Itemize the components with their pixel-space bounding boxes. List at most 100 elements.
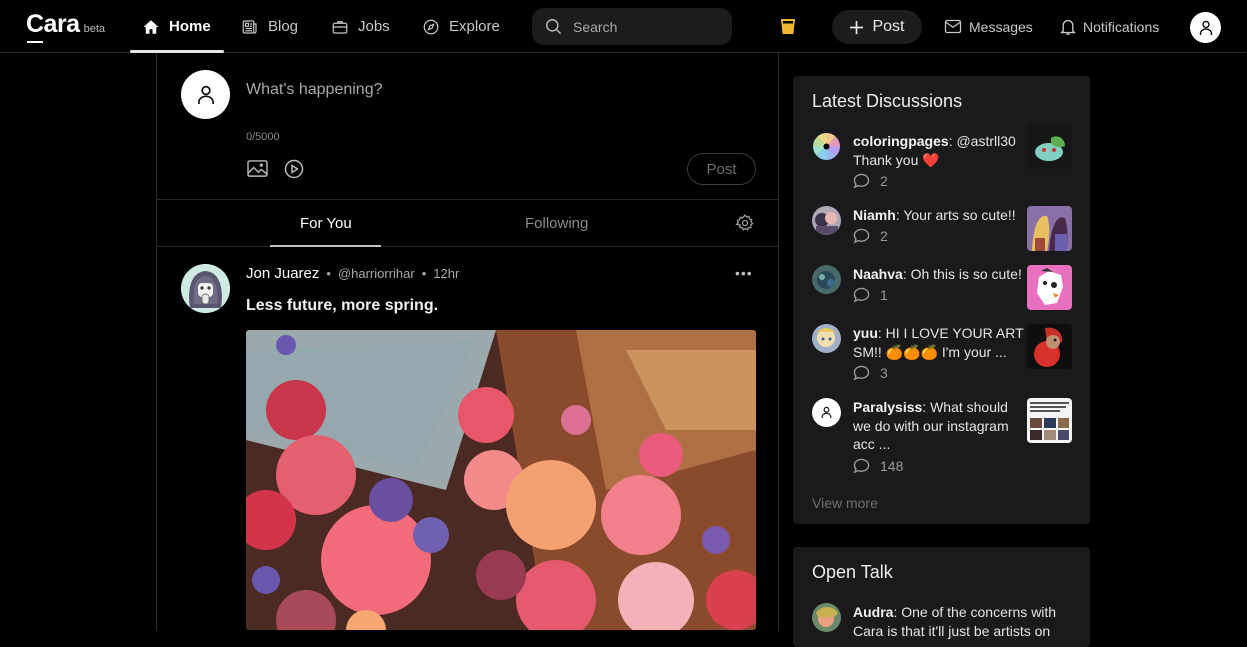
cara-logo[interactable]: Cara beta <box>26 10 106 43</box>
discussion-avatar <box>812 324 841 353</box>
search-input[interactable] <box>573 18 713 35</box>
composer-avatar <box>181 70 230 119</box>
notifications-link[interactable]: Notifications <box>1060 0 1159 53</box>
cup-icon[interactable] <box>780 18 796 40</box>
discussion-user[interactable]: Naahva <box>853 266 903 282</box>
discussion-user[interactable]: Paralysiss <box>853 399 922 415</box>
comment-count-value: 2 <box>880 173 888 189</box>
discussion-avatar <box>812 206 841 235</box>
search-bar[interactable] <box>532 8 732 45</box>
discussion-text: Niamh: Your arts so cute!! <box>853 206 1025 225</box>
discussion-thumbnail[interactable] <box>1027 324 1072 369</box>
comment-count: 2 <box>853 173 888 189</box>
discussion-user[interactable]: coloringpages <box>853 133 949 149</box>
character-counter: 0/5000 <box>246 131 280 143</box>
comment-icon <box>853 365 870 381</box>
comment-count-value: 148 <box>880 458 904 474</box>
notifications-label: Notifications <box>1083 18 1160 35</box>
discussion-user[interactable]: Niamh <box>853 207 896 223</box>
post-author-avatar[interactable] <box>181 264 230 313</box>
post-text: Less future, more spring. <box>246 297 439 314</box>
nav-explore[interactable]: Explore <box>422 0 500 53</box>
nav-jobs-label: Jobs <box>358 18 390 35</box>
composer-input[interactable] <box>246 81 746 99</box>
comment-icon <box>853 228 870 244</box>
post-composer: 0/5000 Post <box>157 53 778 200</box>
plus-icon <box>850 20 864 34</box>
post-author-handle[interactable]: @harriorrihar <box>338 266 415 281</box>
discussion-text: Audra: One of the concerns with Cara is … <box>853 603 1063 640</box>
comment-count-value: 3 <box>880 365 888 381</box>
post-time: 12hr <box>433 266 460 281</box>
nav-blog[interactable]: Blog <box>241 0 298 53</box>
discussion-avatar <box>812 603 841 632</box>
discussion-thumbnail[interactable] <box>1027 265 1072 310</box>
beta-badge: beta <box>83 23 106 35</box>
discussion-message: : Oh this is so cute! <box>902 266 1022 282</box>
main-feed: 0/5000 Post For You Following Jon <box>156 53 779 631</box>
messages-label: Messages <box>969 18 1033 35</box>
more-options-icon[interactable]: ••• <box>735 265 753 281</box>
comment-count: 1 <box>853 287 888 303</box>
user-icon <box>197 85 214 104</box>
post-image[interactable] <box>246 330 756 630</box>
discussion-thumbnail[interactable] <box>1027 398 1072 443</box>
discussion-message: : HI I LOVE YOUR ART SM!! 🍊🍊🍊 I'm your .… <box>853 325 1024 360</box>
comment-icon <box>853 287 870 303</box>
comment-count-value: 2 <box>880 228 888 244</box>
open-talk-panel: Open Talk Audra: One of the concerns wit… <box>793 547 1090 647</box>
envelope-icon <box>944 19 962 34</box>
discussion-avatar <box>812 132 841 161</box>
discussion-text: yuu: HI I LOVE YOUR ART SM!! 🍊🍊🍊 I'm you… <box>853 324 1025 361</box>
discussion-message: : Your arts so cute!! <box>895 207 1016 223</box>
nav-blog-label: Blog <box>268 18 299 35</box>
latest-discussions-title: Latest Discussions <box>812 91 963 111</box>
messages-link[interactable]: Messages <box>944 0 1033 53</box>
comment-count-value: 1 <box>880 287 888 303</box>
comment-count: 148 <box>853 458 903 474</box>
discussion-text: coloringpages: @astrll30 Thank you ❤️ <box>853 132 1025 169</box>
top-navigation-bar: Cara beta Home Blog Jobs Explore Post Me… <box>0 0 1247 53</box>
compass-icon <box>423 19 439 34</box>
separator-dot: • <box>421 266 427 281</box>
discussion-user[interactable]: Audra <box>853 604 893 620</box>
discussion-text: Naahva: Oh this is so cute! <box>853 265 1025 284</box>
discussion-user[interactable]: yuu <box>853 325 878 341</box>
composer-post-button[interactable]: Post <box>687 153 756 185</box>
add-image-button[interactable] <box>247 159 268 183</box>
discussion-avatar <box>812 398 841 427</box>
discussion-thumbnail[interactable] <box>1027 206 1072 251</box>
home-icon <box>143 19 159 34</box>
newspaper-icon <box>242 19 257 34</box>
nav-home-label: Home <box>169 18 211 35</box>
new-post-label: Post <box>872 18 905 35</box>
discussion-thumbnail[interactable] <box>1027 124 1072 169</box>
post-author-name[interactable]: Jon Juarez <box>246 265 319 282</box>
nav-home[interactable]: Home <box>130 0 224 53</box>
image-icon <box>247 160 268 177</box>
add-video-button[interactable] <box>284 159 304 184</box>
open-talk-title: Open Talk <box>812 562 893 582</box>
gear-icon <box>735 214 754 231</box>
view-more-link[interactable]: View more <box>812 495 878 511</box>
new-post-button[interactable]: Post <box>832 10 922 44</box>
comment-count: 3 <box>853 365 888 381</box>
feed-tabs: For You Following <box>157 200 778 247</box>
post-meta: Jon Juarez • @harriorrihar • 12hr <box>246 265 459 282</box>
briefcase-icon <box>332 20 348 34</box>
nav-jobs[interactable]: Jobs <box>331 0 390 53</box>
tab-for-you[interactable]: For You <box>270 200 381 247</box>
latest-discussions-panel: Latest Discussions coloringpages: @astrl… <box>793 76 1090 524</box>
tab-following[interactable]: Following <box>525 200 588 246</box>
comment-icon <box>853 173 870 189</box>
logo-text: Cara <box>26 10 80 43</box>
discussion-text: Paralysiss: What should we do with our i… <box>853 398 1025 454</box>
nav-explore-label: Explore <box>449 18 500 35</box>
search-icon <box>546 19 562 35</box>
feed-settings-button[interactable] <box>735 213 755 238</box>
play-circle-icon <box>284 159 304 179</box>
comment-count: 2 <box>853 228 888 244</box>
comment-icon <box>853 458 870 474</box>
profile-avatar[interactable] <box>1190 12 1221 43</box>
bell-icon <box>1060 19 1076 35</box>
